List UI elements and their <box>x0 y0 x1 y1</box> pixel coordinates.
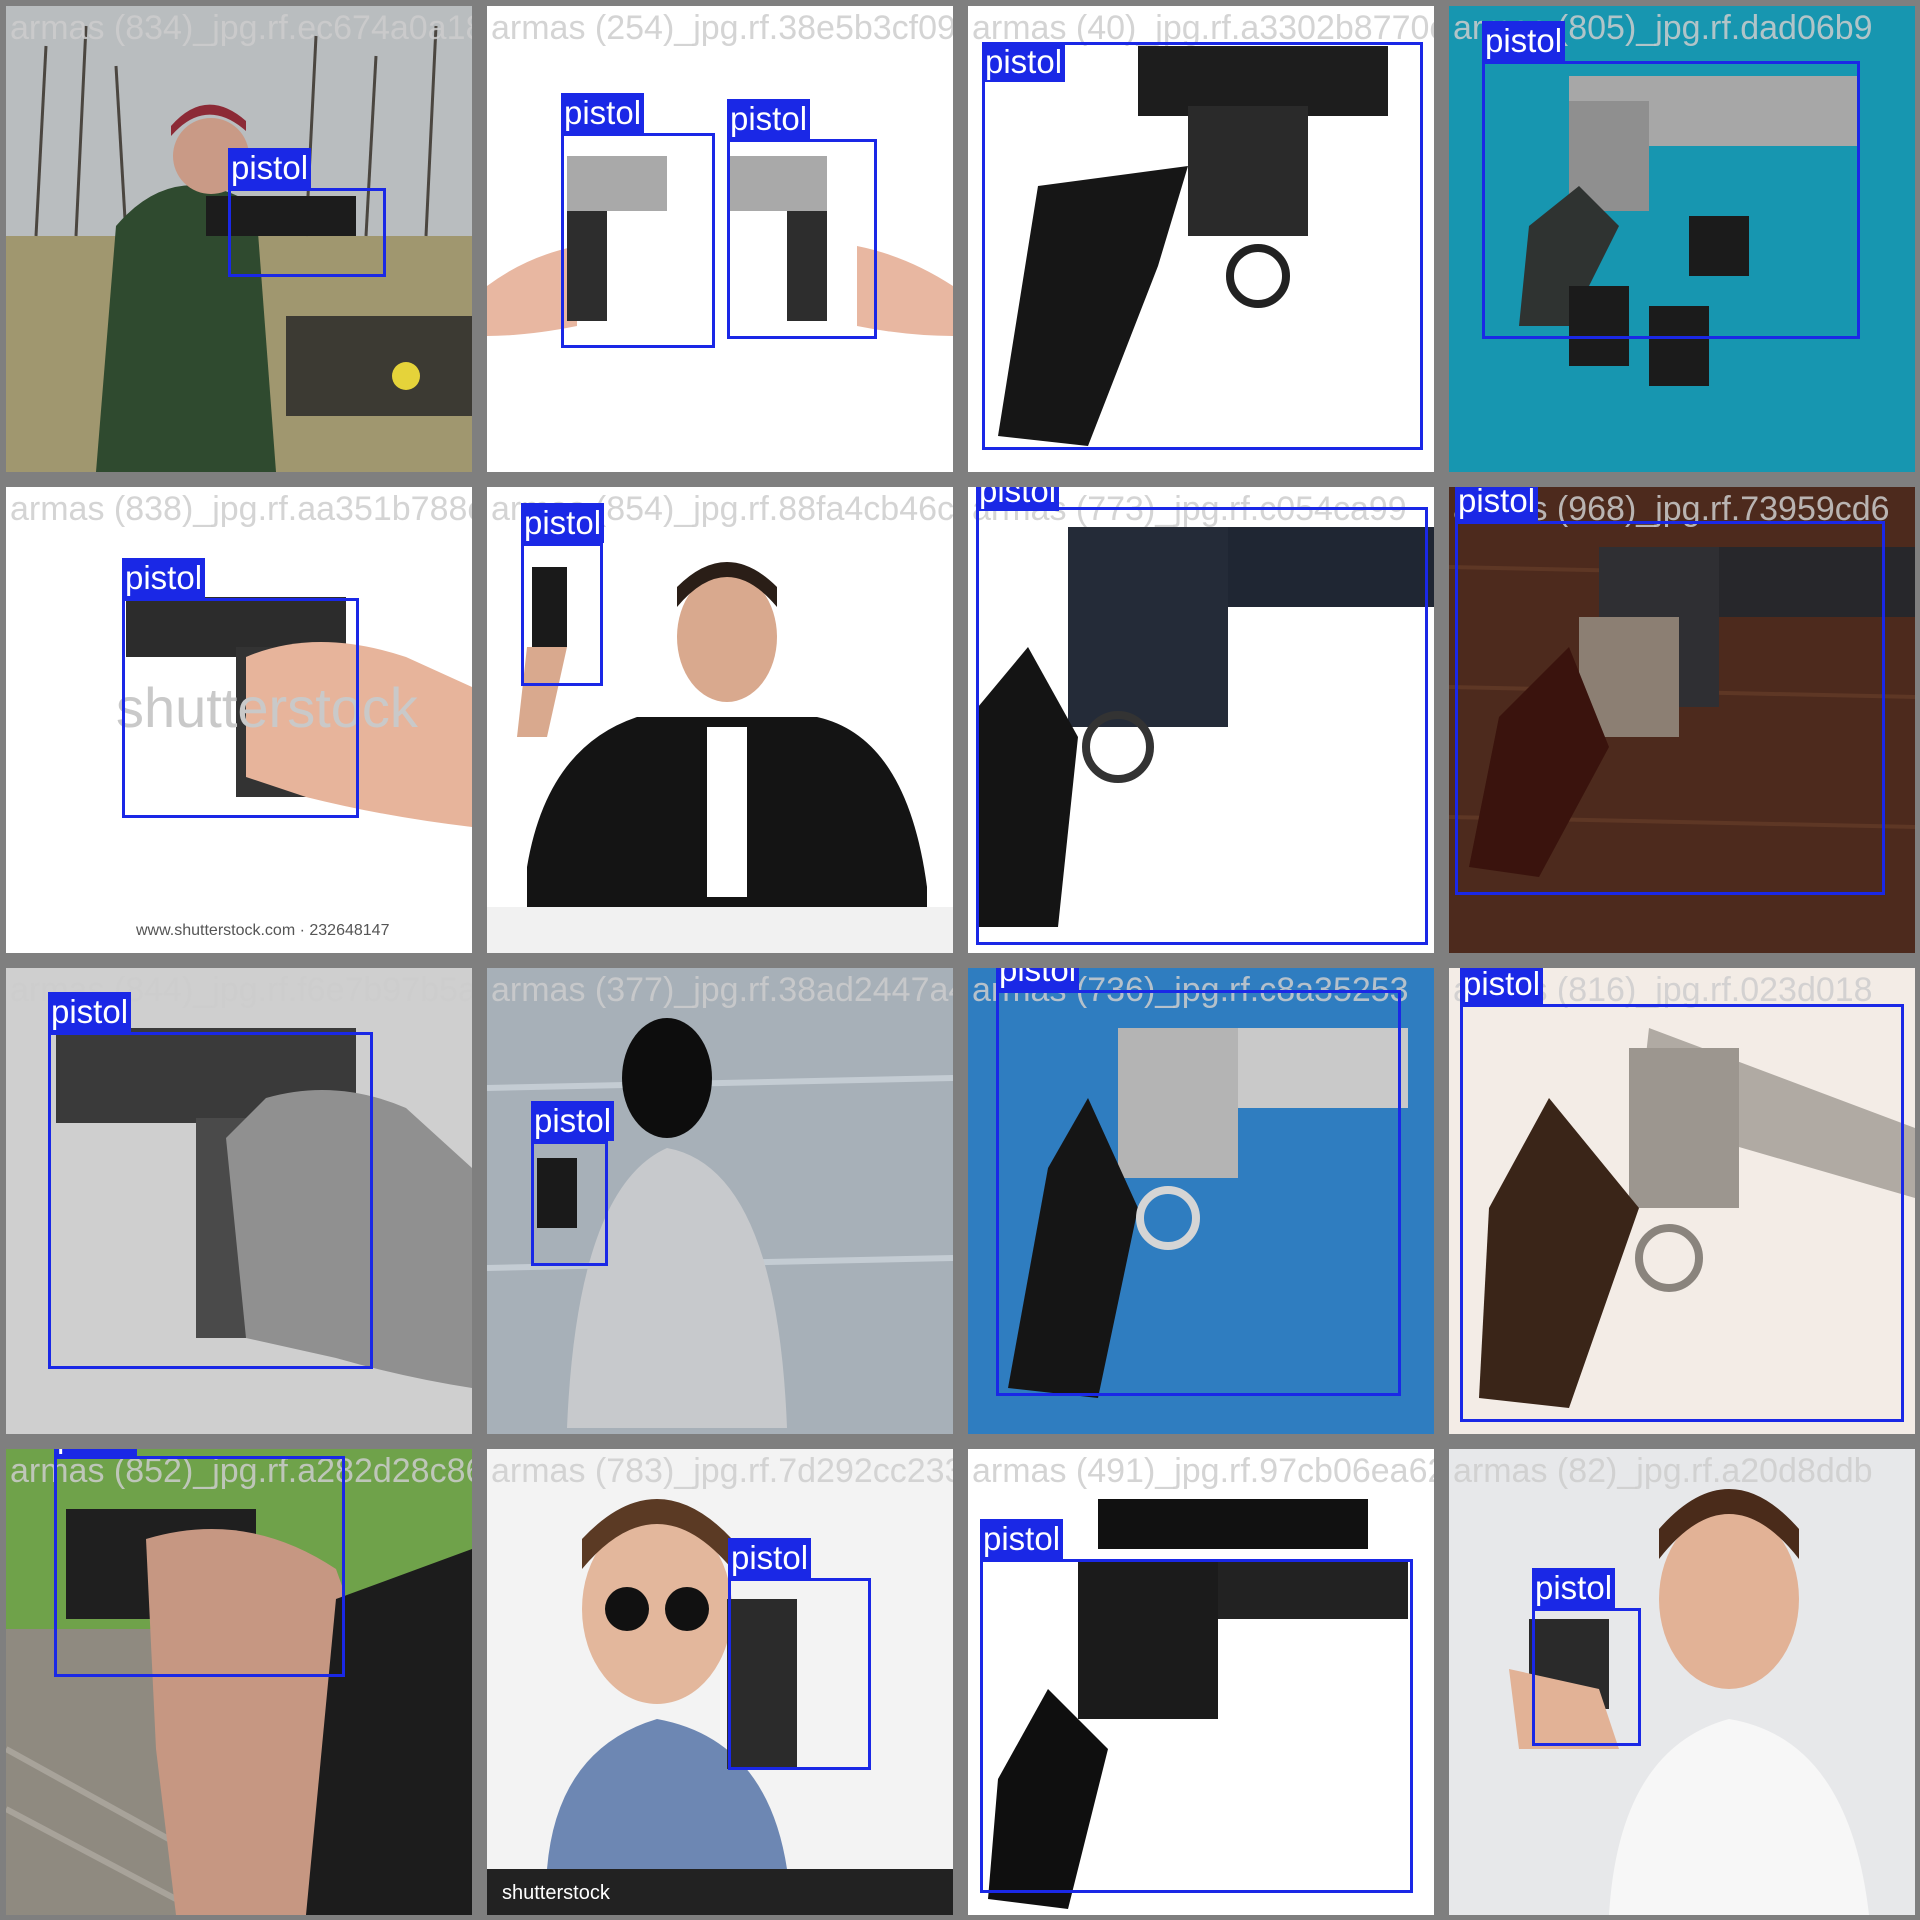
class-label: pistol <box>982 42 1066 82</box>
image-tile-6: armas (854)_jpg.rf.88fa4cb46c1ab0773ff9 … <box>487 487 953 953</box>
class-label: pistol <box>531 1101 615 1141</box>
pistol-bbox <box>728 1578 871 1770</box>
pistol-bbox <box>982 42 1423 450</box>
pistol-bbox <box>976 507 1428 945</box>
pistol-bbox <box>521 543 603 686</box>
pistol-bbox <box>1460 1004 1904 1422</box>
filename-caption: armas (838)_jpg.rf.aa351b788c1281854ad76 <box>10 490 472 528</box>
filename-caption: armas (491)_jpg.rf.97cb06ea62a26982d5f8 <box>972 1452 1434 1490</box>
image-tile-3: armas (40)_jpg.rf.a3302b8770c65d805a5d6 … <box>968 6 1434 472</box>
svg-text:shutterstock: shutterstock <box>502 1882 611 1904</box>
image-tile-12: armas (816)_jpg.rf.023d018 pistol <box>1449 968 1915 1434</box>
class-label: pistol <box>727 99 811 139</box>
pistol-bbox <box>1532 1608 1641 1746</box>
filename-caption: armas (254)_jpg.rf.38e5b3cf091fac407e07a… <box>491 9 953 47</box>
class-label: pistol <box>976 487 1060 511</box>
pistol-bbox <box>54 1456 345 1677</box>
class-label: pistol <box>48 992 132 1032</box>
class-label: pistol <box>1455 487 1539 521</box>
class-label: pistol <box>1532 1568 1616 1608</box>
filename-caption: armas (377)_jpg.rf.38ad2447a4a27f8399766 <box>491 971 953 1009</box>
filename-caption: armas (834)_jpg.rf.ec674a0a187a6f35f2606 <box>10 9 472 47</box>
class-label: pistol <box>54 1449 138 1456</box>
pistol-bbox <box>531 1141 608 1266</box>
photo-smiling-teen <box>1449 1449 1915 1915</box>
pistol-bbox <box>48 1032 373 1369</box>
class-label: pistol <box>996 968 1080 990</box>
image-grid: armas (834)_jpg.rf.ec674a0a187a6f35f2606… <box>0 0 1920 1920</box>
class-label: pistol <box>980 1519 1064 1559</box>
filename-caption: armas (783)_jpg.rf.7d292cc233c5aa4912f0 <box>491 1452 953 1490</box>
class-label: pistol <box>1482 21 1566 61</box>
image-tile-15: armas (491)_jpg.rf.97cb06ea62a26982d5f8 … <box>968 1449 1434 1915</box>
class-label: pistol <box>521 503 605 543</box>
class-label: pistol <box>1460 968 1544 1004</box>
image-tile-13: armas (852)_jpg.rf.a282d28c86bae6783c453… <box>6 1449 472 1915</box>
pistol-bbox <box>1455 521 1885 895</box>
pistol-bbox <box>1482 61 1860 339</box>
pistol-bbox <box>561 133 715 348</box>
image-tile-7: armas (773)_jpg.rf.c054ca99 pistol <box>968 487 1434 953</box>
image-tile-5: shutterstock www.shutterstock.com · 2326… <box>6 487 472 953</box>
photo-boy-sunglasses: shutterstock <box>487 1449 953 1915</box>
image-tile-16: armas (82)_jpg.rf.a20d8ddb pistol <box>1449 1449 1915 1915</box>
pistol-bbox <box>228 188 386 277</box>
class-label: pistol <box>561 93 645 133</box>
pistol-bbox <box>122 598 359 818</box>
class-label: pistol <box>228 148 312 188</box>
image-tile-9: armas (844)_jpg.rf.f6e7b97b5aca56837a4a1… <box>6 968 472 1434</box>
filename-caption: armas (82)_jpg.rf.a20d8ddb <box>1453 1452 1873 1490</box>
image-tile-8: armas (968)_jpg.rf.73959cd6 pistol <box>1449 487 1915 953</box>
pistol-bbox <box>980 1559 1413 1893</box>
pistol-bbox <box>996 990 1401 1396</box>
image-tile-10: armas (377)_jpg.rf.38ad2447a4a27f8399766… <box>487 968 953 1434</box>
image-tile-2: armas (254)_jpg.rf.38e5b3cf091fac407e07a… <box>487 6 953 472</box>
image-tile-1: armas (834)_jpg.rf.ec674a0a187a6f35f2606… <box>6 6 472 472</box>
class-label: pistol <box>728 1538 812 1578</box>
photo-two-hands-pistols <box>487 6 953 472</box>
image-tile-4: armas (805)_jpg.rf.dad06b9 pistol <box>1449 6 1915 472</box>
class-label: pistol <box>122 558 206 598</box>
pistol-bbox <box>727 139 877 339</box>
image-tile-11: armas (736)_jpg.rf.c8a35253 pistol <box>968 968 1434 1434</box>
svg-text:www.shutterstock.com · 2326481: www.shutterstock.com · 232648147 <box>135 922 390 939</box>
image-tile-14: shutterstock armas (783)_jpg.rf.7d292cc2… <box>487 1449 953 1915</box>
